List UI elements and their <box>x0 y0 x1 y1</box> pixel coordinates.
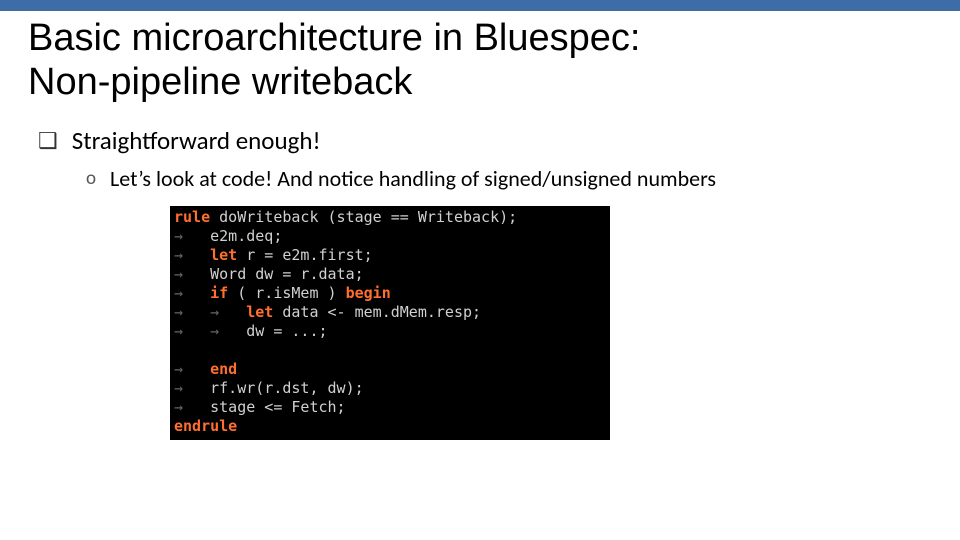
code-kw-let: let <box>246 303 273 321</box>
code-block: rule doWriteback (stage == Writeback); →… <box>170 206 610 440</box>
code-kw-if: if <box>210 284 228 302</box>
tab-arrow-icon: → <box>174 246 183 264</box>
tab-arrow-icon: → <box>210 322 219 340</box>
slide: Basic microarchitecture in Bluespec: Non… <box>0 0 960 540</box>
square-bullet-icon: ❑ <box>38 126 58 156</box>
bullet-level-1: ❑ Straightforward enough! <box>38 126 932 156</box>
tab-arrow-icon: → <box>174 398 183 416</box>
code-l2: e2m.deq; <box>183 227 282 245</box>
tab-arrow-icon: → <box>174 227 183 245</box>
code-kw-endrule: endrule <box>174 417 237 435</box>
code-kw-begin: begin <box>346 284 391 302</box>
title-line-2: Non-pipeline writeback <box>28 61 412 103</box>
circle-bullet-icon: o <box>86 166 96 192</box>
tab-arrow-icon: → <box>210 303 219 321</box>
code-l5-mid: ( r.isMem ) <box>228 284 345 302</box>
tab-arrow-icon: → <box>174 360 183 378</box>
bullet-1-text: Straightforward enough! <box>72 126 321 156</box>
bullet-2-text: Let’s look at code! And notice handling … <box>110 166 716 192</box>
tab-arrow-icon: → <box>174 322 183 340</box>
tab-arrow-icon: → <box>174 265 183 283</box>
tab-arrow-icon: → <box>174 284 183 302</box>
code-l6: data <- mem.dMem.resp; <box>273 303 481 321</box>
slide-content: Basic microarchitecture in Bluespec: Non… <box>0 11 960 440</box>
code-l7: dw = ...; <box>219 322 327 340</box>
code-l1: doWriteback (stage == Writeback); <box>210 208 517 226</box>
code-kw-let: let <box>210 246 237 264</box>
bullet-level-2: o Let’s look at code! And notice handlin… <box>86 166 932 192</box>
slide-title: Basic microarchitecture in Bluespec: Non… <box>28 17 932 104</box>
top-accent-bar <box>0 0 960 11</box>
code-kw-rule: rule <box>174 208 210 226</box>
title-line-1: Basic microarchitecture in Bluespec: <box>28 17 640 59</box>
code-kw-end: end <box>210 360 237 378</box>
code-l10: rf.wr(r.dst, dw); <box>183 379 364 397</box>
tab-arrow-icon: → <box>174 303 183 321</box>
tab-arrow-icon: → <box>174 379 183 397</box>
code-l3: r = e2m.first; <box>237 246 372 264</box>
code-l4: Word dw = r.data; <box>183 265 364 283</box>
code-l11: stage <= Fetch; <box>183 398 346 416</box>
